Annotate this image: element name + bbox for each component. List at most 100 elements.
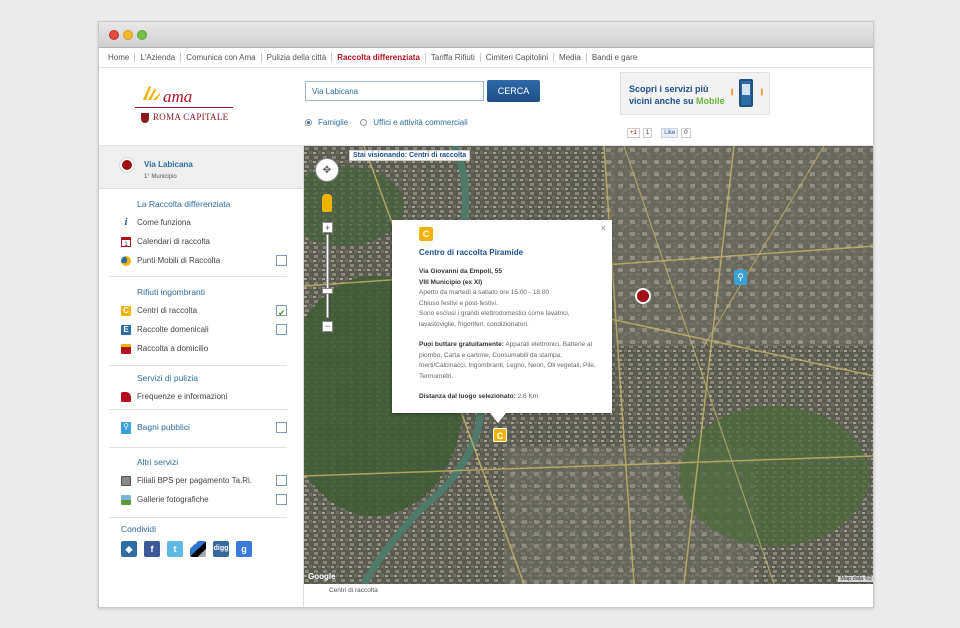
divider: [109, 276, 287, 277]
divider: [109, 365, 287, 366]
digg-share-icon[interactable]: digg: [213, 541, 229, 557]
selected-location: Via Labicana 1° Municipio: [99, 146, 303, 189]
nav-media[interactable]: Media: [554, 53, 587, 62]
search-button[interactable]: CERCA: [487, 80, 540, 102]
section-raccolta: La Raccolta differenziata i Come funzion…: [109, 199, 287, 270]
section-title-ingombranti: Rifiuti ingombranti: [137, 287, 206, 297]
centro-raccolta-icon: C: [121, 306, 131, 316]
facebook-like-button[interactable]: Like: [661, 128, 679, 138]
nav-raccolta-differenziata[interactable]: Raccolta differenziata: [332, 53, 426, 62]
info-window-body: Via Giovanni da Empoli, 55 VIII Municipi…: [419, 267, 604, 403]
selected-location-marker[interactable]: [635, 288, 651, 304]
pan-control-icon[interactable]: ✥: [315, 158, 339, 182]
radio-uffici-label[interactable]: Uffici e attività commerciali: [373, 118, 468, 127]
zoom-window-button[interactable]: [137, 30, 147, 40]
layer-centri-raccolta[interactable]: C Centri di raccolta: [109, 301, 287, 323]
info-window-title: Centro di raccolta Piramide: [419, 248, 524, 257]
divider: [109, 409, 287, 410]
pegman-icon[interactable]: [322, 194, 332, 212]
page-header: ama ROMA CAPITALE CERCA Famiglie Uffici …: [99, 68, 873, 146]
section-pulizia: Servizi di pulizia Frequenze e informazi…: [109, 373, 287, 406]
radio-famiglie-label[interactable]: Famiglie: [318, 118, 348, 127]
google-logo: Google: [308, 572, 336, 581]
mobile-promo-banner[interactable]: Scopri i servizi più vicini anche su Mob…: [620, 72, 770, 115]
link-frequenze[interactable]: Frequenze e informazioni: [109, 387, 287, 406]
centro-raccolta-icon: C: [419, 227, 433, 241]
section-ingombranti: Rifiuti ingombranti C Centri di raccolta…: [109, 287, 287, 358]
home-pickup-icon: [121, 344, 131, 354]
info-address: Via Giovanni da Empoli, 55: [419, 268, 502, 275]
photo-gallery-icon: [121, 495, 131, 505]
section-title-raccolta: La Raccolta differenziata: [137, 199, 231, 209]
link-calendari[interactable]: 1 Calendari di raccolta: [109, 232, 287, 251]
location-municipio: 1° Municipio: [144, 174, 177, 180]
signal-right-icon: [758, 87, 763, 97]
signal-left-icon: [731, 87, 736, 97]
radio-famiglie[interactable]: [305, 119, 312, 126]
layer-bagni-pubblici[interactable]: ⚲ Bagni pubblici: [109, 418, 287, 437]
google-plus-button[interactable]: +1: [627, 128, 640, 138]
radio-uffici[interactable]: [360, 119, 368, 126]
layer-filiali-bps[interactable]: Filiali BPS per pagamento Ta.Ri.: [109, 471, 287, 490]
myspace-share-icon[interactable]: ◆: [121, 541, 137, 557]
social-buttons: +1 1 Like 0: [627, 128, 691, 138]
mobile-point-icon: [121, 256, 131, 266]
location-pin-icon: [120, 158, 134, 172]
divider: [109, 447, 287, 448]
map-footer: Centri di raccolta: [304, 584, 873, 607]
info-closed: Chiuso festivi e post-festivi.: [419, 299, 498, 307]
zoom-slider-handle[interactable]: [322, 288, 333, 294]
nav-azienda[interactable]: L'Azienda: [135, 53, 182, 62]
search-input[interactable]: [305, 81, 484, 101]
ama-logo[interactable]: ama ROMA CAPITALE: [135, 82, 235, 132]
nav-bandi[interactable]: Bandi e gare: [587, 53, 642, 62]
checkbox-punti-mobili[interactable]: [276, 255, 287, 266]
layer-punti-mobili[interactable]: Punti Mobili di Raccolta: [109, 251, 287, 270]
zoom-out-button[interactable]: −: [322, 321, 333, 332]
logo-divider: [135, 107, 233, 108]
section-bagni: ⚲ Bagni pubblici: [109, 418, 287, 437]
info-distance: Distanza dal luogo selezionato: 2.6 Km: [419, 393, 539, 400]
twitter-share-icon[interactable]: t: [167, 541, 183, 557]
zoom-slider-track[interactable]: [326, 234, 329, 318]
map-view[interactable]: Stai visionando: Centri di raccolta ✥ + …: [304, 146, 873, 584]
minimize-window-button[interactable]: [123, 30, 133, 40]
toilet-marker-icon[interactable]: ⚲: [734, 270, 747, 285]
logo-ama-text: ama: [163, 87, 193, 106]
facebook-share-icon[interactable]: f: [144, 541, 160, 557]
mobile-phone-icon: [739, 79, 753, 107]
close-icon[interactable]: ×: [601, 223, 606, 234]
info-municipio: VIII Municipio (ex XI): [419, 278, 483, 286]
share-title: Condividi: [121, 524, 156, 534]
location-name[interactable]: Via Labicana: [144, 160, 193, 169]
shield-icon: [141, 113, 149, 123]
centro-raccolta-marker[interactable]: C: [493, 428, 507, 442]
checkbox-bagni-pubblici[interactable]: [276, 422, 287, 433]
audience-radio-group: Famiglie Uffici e attività commerciali: [305, 118, 468, 127]
checkbox-gallerie[interactable]: [276, 494, 287, 505]
link-come-funziona[interactable]: i Come funziona: [109, 213, 287, 232]
checkbox-filiali-bps[interactable]: [276, 475, 287, 486]
delicious-share-icon[interactable]: [190, 541, 206, 557]
nav-comunica[interactable]: Comunica con Ama: [181, 53, 262, 62]
zoom-in-button[interactable]: +: [322, 222, 333, 233]
checkbox-centri-raccolta[interactable]: [276, 304, 287, 323]
map-attribution[interactable]: Map data ©2: [838, 576, 873, 582]
sun-icon: [143, 86, 160, 100]
checkbox-raccolte-domenicali[interactable]: [276, 324, 287, 335]
layer-raccolte-domenicali[interactable]: E Raccolte domenicali: [109, 320, 287, 339]
facebook-like-count: 0: [681, 128, 691, 138]
google-share-icon[interactable]: g: [236, 541, 252, 557]
close-window-button[interactable]: [109, 30, 119, 40]
info-accepted: Puoi buttare gratuitamente: Apparati ele…: [419, 341, 596, 380]
nav-cimiteri[interactable]: Cimiteri Capitolini: [481, 53, 555, 62]
calendar-icon: 1: [121, 237, 131, 248]
nav-home[interactable]: Home: [103, 53, 136, 62]
mobile-promo-line1: Scopri i servizi più: [629, 84, 709, 94]
info-exclusions: Sono esclusi i grandi elettrodomestici c…: [419, 310, 570, 328]
nav-tariffa[interactable]: Tariffa Rifiuti: [426, 53, 481, 62]
map-status-banner: Stai visionando: Centri di raccolta: [349, 150, 471, 161]
nav-pulizia[interactable]: Pulizia della città: [262, 53, 333, 62]
link-raccolta-domicilio[interactable]: Raccolta a domicilio: [109, 339, 287, 358]
layer-gallerie[interactable]: Gallerie fotografiche: [109, 490, 287, 509]
